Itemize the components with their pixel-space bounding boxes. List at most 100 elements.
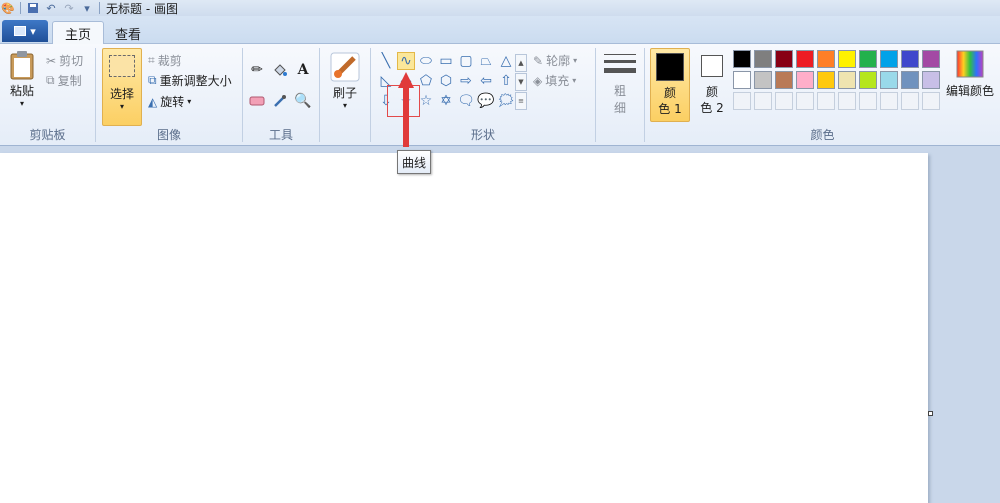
tab-home[interactable]: 主页: [52, 21, 105, 45]
edit-colors-button[interactable]: 编辑颜色: [943, 50, 997, 99]
tooltip: 曲线: [397, 150, 431, 174]
paint-app-icon[interactable]: 🎨: [1, 2, 15, 15]
resize-label: 重新调整大小: [159, 74, 232, 88]
custom-color-slot[interactable]: [754, 92, 772, 110]
custom-color-slot[interactable]: [880, 92, 898, 110]
gallery-scroll-up-icon[interactable]: ▲: [515, 54, 527, 72]
rounded-rectangle-shape-icon[interactable]: ▢: [457, 52, 475, 70]
gallery-scroll-down-icon[interactable]: ▼: [515, 73, 527, 91]
size-button[interactable]: 粗 细: [602, 52, 638, 116]
crop-label: 裁剪: [157, 54, 182, 68]
palette-swatch[interactable]: [880, 71, 898, 89]
curve-shape-icon[interactable]: ∿: [397, 52, 415, 70]
palette-swatch[interactable]: [775, 50, 793, 68]
magnifier-icon[interactable]: 🔍: [293, 91, 313, 111]
select-button[interactable]: 选择 ▾: [102, 48, 142, 126]
oval-callout-shape-icon[interactable]: 💬: [477, 92, 495, 110]
cloud-callout-shape-icon[interactable]: 🗯: [497, 92, 515, 110]
resize-button[interactable]: ⧉ 重新调整大小: [148, 72, 232, 89]
fill-bucket-icon: ◈: [533, 73, 543, 88]
paint-menu-button[interactable]: ▾: [2, 20, 48, 42]
window-title: 无标题 - 画图: [106, 1, 178, 16]
custom-color-slot[interactable]: [733, 92, 751, 110]
palette-swatch[interactable]: [733, 50, 751, 68]
line-shape-icon[interactable]: ╲: [377, 52, 395, 70]
palette-swatch[interactable]: [859, 50, 877, 68]
rectangle-shape-icon[interactable]: ▭: [437, 52, 455, 70]
palette-swatch[interactable]: [733, 71, 751, 89]
crop-button[interactable]: ⌗ 裁剪: [148, 52, 182, 69]
undo-icon[interactable]: ↶: [45, 2, 57, 15]
palette-swatch[interactable]: [796, 50, 814, 68]
palette-swatch[interactable]: [817, 71, 835, 89]
fill-bucket-icon[interactable]: [270, 60, 290, 80]
left-arrow-shape-icon[interactable]: ⇦: [477, 72, 495, 90]
document-icon: [14, 26, 27, 36]
custom-color-slot[interactable]: [775, 92, 793, 110]
up-arrow-shape-icon[interactable]: ⇧: [497, 72, 515, 90]
palette-swatch[interactable]: [775, 71, 793, 89]
custom-color-slot[interactable]: [859, 92, 877, 110]
image-group: 选择 ▾ ⌗ 裁剪 ⧉ 重新调整大小 ◭ 旋转 ▾ 图像: [96, 44, 242, 146]
rounded-callout-shape-icon[interactable]: 🗨: [457, 92, 475, 110]
ribbon-tab-bar: ▾ 主页 查看: [0, 16, 1000, 45]
oval-shape-icon[interactable]: ⬭: [417, 52, 435, 70]
canvas-resize-handle[interactable]: [928, 411, 933, 416]
right-arrow-shape-icon[interactable]: ⇨: [457, 72, 475, 90]
hexagon-shape-icon[interactable]: ⬡: [437, 72, 455, 90]
polygon-shape-icon[interactable]: ⏢: [477, 52, 495, 70]
color1-label-line1: 颜: [663, 86, 676, 100]
six-point-star-shape-icon[interactable]: ✡: [437, 92, 455, 110]
customize-dropdown-icon[interactable]: ▾: [81, 2, 93, 15]
eraser-icon[interactable]: [247, 91, 267, 111]
drawing-canvas[interactable]: [0, 153, 928, 503]
chevron-down-icon: ▾: [19, 99, 24, 108]
palette-swatch[interactable]: [880, 50, 898, 68]
custom-color-slot[interactable]: [796, 92, 814, 110]
palette-swatch[interactable]: [901, 71, 919, 89]
custom-color-slot[interactable]: [922, 92, 940, 110]
palette-swatch[interactable]: [859, 71, 877, 89]
triangle-shape-icon[interactable]: △: [497, 52, 515, 70]
tooltip-text: 曲线: [401, 155, 426, 170]
text-icon[interactable]: A: [293, 60, 313, 80]
brush-icon: [330, 52, 360, 82]
tab-view[interactable]: 查看: [103, 21, 153, 45]
redo-icon[interactable]: ↷: [63, 2, 75, 15]
color2-swatch: [701, 55, 723, 77]
cut-button[interactable]: ✂ 剪切: [46, 52, 83, 69]
color2-button[interactable]: 颜 色 2: [695, 48, 729, 122]
palette-swatch[interactable]: [754, 50, 772, 68]
divider: [20, 2, 21, 14]
outline-pen-icon: ✎: [533, 53, 544, 68]
cut-label: 剪切: [59, 54, 84, 68]
color-picker-icon[interactable]: [270, 91, 290, 111]
palette-swatch[interactable]: [754, 71, 772, 89]
brushes-button[interactable]: 刷子 ▾: [328, 52, 362, 110]
color1-button[interactable]: 颜 色 1: [650, 48, 690, 122]
paste-button[interactable]: 粘贴 ▾: [6, 50, 38, 108]
palette-swatch[interactable]: [838, 71, 856, 89]
fill-button[interactable]: ◈ 填充 ▾: [533, 72, 576, 89]
custom-color-slot[interactable]: [838, 92, 856, 110]
custom-color-slot[interactable]: [901, 92, 919, 110]
palette-swatch[interactable]: [838, 50, 856, 68]
palette-swatch[interactable]: [901, 50, 919, 68]
color1-swatch: [656, 53, 684, 81]
save-icon[interactable]: [27, 2, 39, 14]
divider: [99, 2, 100, 14]
gallery-expand-icon[interactable]: ≡: [515, 92, 527, 110]
edit-colors-label: 编辑颜色: [945, 84, 994, 98]
rotate-button[interactable]: ◭ 旋转 ▾: [148, 93, 191, 110]
copy-button[interactable]: ⧉ 复制: [46, 72, 82, 89]
custom-color-slot[interactable]: [817, 92, 835, 110]
outline-button[interactable]: ✎ 轮廓 ▾: [533, 52, 577, 69]
palette-swatch[interactable]: [817, 50, 835, 68]
palette-swatch[interactable]: [796, 71, 814, 89]
chevron-down-icon: ▾: [572, 76, 577, 85]
palette-swatch[interactable]: [922, 71, 940, 89]
pencil-icon[interactable]: ✏: [247, 60, 267, 80]
crop-icon: ⌗: [148, 53, 155, 67]
palette-swatch[interactable]: [922, 50, 940, 68]
tab-label: 查看: [115, 27, 142, 43]
